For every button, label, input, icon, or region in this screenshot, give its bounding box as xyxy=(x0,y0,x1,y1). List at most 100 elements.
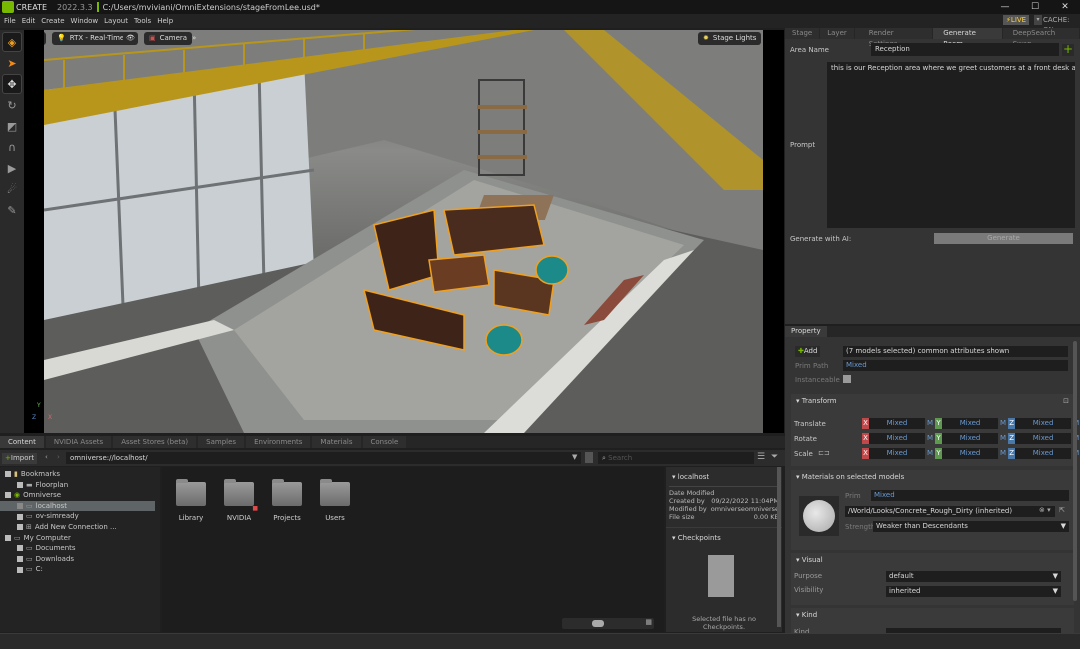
prompt-textarea[interactable]: this is our Reception area where we gree… xyxy=(827,62,1075,228)
generate-button[interactable]: Generate xyxy=(934,233,1073,244)
rotate-x[interactable]: Mixed xyxy=(869,433,925,444)
select-mode-button[interactable]: ◈ xyxy=(2,32,22,52)
tree-item-ov-simready[interactable]: ▭ ov-simready xyxy=(0,511,160,522)
menu-file[interactable]: File xyxy=(4,17,16,25)
menu-layout[interactable]: Layout xyxy=(104,17,128,25)
goto-material-icon[interactable]: ⇱ xyxy=(1059,506,1065,514)
strength-dropdown[interactable]: Weaker than Descendants ▼ xyxy=(873,521,1069,532)
search-input[interactable]: ⌕ Search xyxy=(598,452,754,464)
material-path-input[interactable]: /World/Looks/Concrete_Rough_Dirty (inher… xyxy=(845,506,1055,517)
tree-item-c-drive[interactable]: ▭ C: xyxy=(0,564,160,575)
paint-button[interactable]: ✎ xyxy=(3,201,21,219)
maximize-button[interactable]: ☐ xyxy=(1020,0,1050,14)
filter-icon[interactable]: ⏷ xyxy=(771,452,778,462)
visual-header[interactable]: ▾ Visual xyxy=(791,553,1074,567)
transform-options-icon[interactable]: ⊡ xyxy=(1063,397,1069,405)
viewport-scene[interactable]: ☰ 💡RTX - Real-Time 👁 ▣Camera » ✹Stage Li… xyxy=(44,30,763,433)
expand-toolbar-button[interactable]: » xyxy=(192,32,196,45)
stage-lights-button[interactable]: ✹ Stage Lights xyxy=(698,32,762,45)
slider-handle[interactable] xyxy=(592,620,604,627)
tree-item-documents[interactable]: ▭ Documents xyxy=(0,543,160,554)
material-prim-input[interactable]: Mixed xyxy=(871,490,1069,501)
info-header[interactable]: ▾ localhost xyxy=(666,467,782,481)
list-view-icon[interactable]: ☰ xyxy=(757,452,765,462)
tree-item-bookmarks[interactable]: ▮ Bookmarks xyxy=(0,469,160,480)
link-scale-icon[interactable]: ⊏⊐ xyxy=(818,449,830,457)
tab-deepsearch-swap[interactable]: DeepSearch Swap xyxy=(1002,28,1079,48)
instanceable-checkbox[interactable] xyxy=(843,375,851,383)
menu-help[interactable]: Help xyxy=(157,17,173,25)
scale-z[interactable]: Mixed xyxy=(1015,448,1072,459)
scale-x[interactable]: Mixed xyxy=(869,448,925,459)
prim-path-input[interactable]: Mixed xyxy=(843,360,1068,371)
render-mode-button[interactable]: 💡 RTX - Real-Time xyxy=(52,32,130,45)
tree-item-downloads[interactable]: ▭ Downloads xyxy=(0,554,160,565)
folder-nvidia[interactable]: ■ NVIDIA xyxy=(216,479,262,522)
menu-window[interactable]: Window xyxy=(71,17,99,25)
menu-edit[interactable]: Edit xyxy=(22,17,36,25)
rotate-z[interactable]: Mixed xyxy=(1015,433,1072,444)
tab-generate-room[interactable]: Generate Room xyxy=(933,28,1002,48)
tab-stage[interactable]: Stage xyxy=(785,28,820,39)
transform-header[interactable]: ▾ Transform xyxy=(791,394,1074,408)
minimize-button[interactable]: — xyxy=(990,0,1020,14)
tab-property[interactable]: Property xyxy=(785,326,827,337)
visibility-dropdown[interactable]: inherited ▼ xyxy=(886,586,1061,597)
tree-item-floorplan[interactable]: ▬ Floorplan xyxy=(0,480,160,491)
tab-layer[interactable]: Layer xyxy=(820,28,854,39)
path-input[interactable]: omniverse://localhost/ xyxy=(66,452,581,464)
clear-material-icon[interactable]: ⊗ ▾ xyxy=(1039,506,1051,514)
menu-tools[interactable]: Tools xyxy=(134,17,151,25)
live-button[interactable]: ⚡LIVE xyxy=(1003,15,1030,25)
add-attribute-button[interactable]: ✚Add xyxy=(795,346,821,357)
materials-header[interactable]: ▾ Materials on selected models xyxy=(791,470,1074,484)
snap-button[interactable]: ∩ xyxy=(3,138,21,156)
tree-item-add-connection[interactable]: ⊞ Add New Connection ... xyxy=(0,522,160,533)
thumbnail-size-slider[interactable]: ▦ xyxy=(562,618,654,629)
live-dropdown[interactable]: ▾ xyxy=(1034,15,1042,25)
checkpoints-header[interactable]: ▾ Checkpoints xyxy=(666,527,782,542)
select-tool-button[interactable]: ➤ xyxy=(3,54,21,72)
viewport[interactable]: ☰ 💡RTX - Real-Time 👁 ▣Camera » ✹Stage Li… xyxy=(24,30,784,433)
translate-x[interactable]: Mixed xyxy=(869,418,925,429)
rotate-tool-button[interactable]: ↻ xyxy=(3,96,21,114)
translate-z[interactable]: Mixed xyxy=(1015,418,1072,429)
add-area-button[interactable]: + xyxy=(1062,43,1074,56)
back-button[interactable]: ‹ xyxy=(45,453,48,461)
forward-button[interactable]: › xyxy=(57,453,60,461)
import-button[interactable]: +Import xyxy=(2,453,38,464)
rotate-y[interactable]: Mixed xyxy=(942,433,999,444)
viewport-settings-button[interactable]: ☰ xyxy=(44,32,46,45)
path-dropdown-icon[interactable]: ▼ xyxy=(572,453,577,461)
tab-samples[interactable]: Samples xyxy=(198,436,245,448)
area-name-input[interactable]: Reception xyxy=(871,43,1059,56)
tab-content[interactable]: Content xyxy=(0,436,44,448)
tab-asset-stores[interactable]: Asset Stores (beta) xyxy=(113,436,197,448)
kind-header[interactable]: ▾ Kind xyxy=(791,608,1074,622)
visibility-button[interactable]: 👁 xyxy=(123,32,138,45)
physics-button[interactable]: ☄ xyxy=(3,180,21,198)
tree-item-omniverse[interactable]: ◉ Omniverse xyxy=(0,490,160,501)
camera-button[interactable]: ▣ Camera xyxy=(144,32,193,45)
tab-materials[interactable]: Materials xyxy=(312,436,361,448)
bookmark-icon[interactable] xyxy=(585,452,593,463)
info-scrollbar[interactable] xyxy=(777,467,781,627)
tree-item-localhost[interactable]: ▭ localhost xyxy=(0,500,155,512)
scale-y[interactable]: Mixed xyxy=(942,448,999,459)
tab-console[interactable]: Console xyxy=(362,436,407,448)
play-button[interactable]: ▶ xyxy=(3,159,21,177)
tree-item-my-computer[interactable]: ▭ My Computer xyxy=(0,533,160,544)
tab-render-settings[interactable]: Render Settings xyxy=(854,28,933,48)
folder-library[interactable]: Library xyxy=(168,479,214,522)
folder-users[interactable]: Users xyxy=(312,479,358,522)
menu-create[interactable]: Create xyxy=(41,17,64,25)
scale-tool-button[interactable]: ◩ xyxy=(3,117,21,135)
tab-nvidia-assets[interactable]: NVIDIA Assets xyxy=(45,436,112,448)
translate-y[interactable]: Mixed xyxy=(942,418,999,429)
close-button[interactable]: ✕ xyxy=(1050,0,1080,14)
folder-projects[interactable]: Projects xyxy=(264,479,310,522)
move-tool-button[interactable]: ✥ xyxy=(2,74,22,94)
tab-environments[interactable]: Environments xyxy=(246,436,311,448)
purpose-dropdown[interactable]: default ▼ xyxy=(886,571,1061,582)
property-scrollbar[interactable] xyxy=(1073,341,1077,601)
